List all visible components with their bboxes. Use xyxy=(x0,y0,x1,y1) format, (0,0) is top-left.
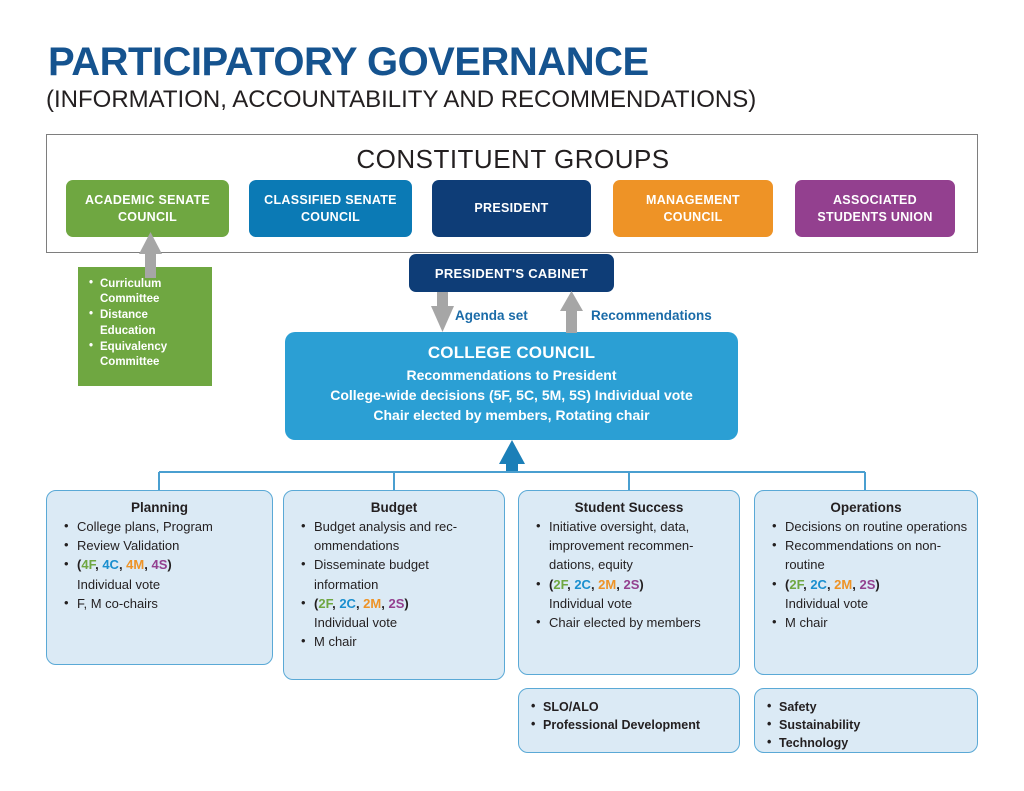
flow-label-recommendations: Recommendations xyxy=(591,308,712,323)
college-council-line: Recommendations to President xyxy=(406,367,617,383)
list-item: Technology xyxy=(767,734,969,753)
diagram-canvas: PARTICIPATORY GOVERNANCE (INFORMATION, A… xyxy=(0,0,1024,791)
list-item: College plans, Program xyxy=(64,516,264,536)
committee-title: Planning xyxy=(131,500,188,515)
page-title: PARTICIPATORY GOVERNANCE xyxy=(48,40,649,84)
list-item: SLO/ALO xyxy=(531,698,731,717)
list-item: Recommendations on non-routine xyxy=(772,535,969,574)
committee-list: Budget analysis and rec-ommendations Dis… xyxy=(292,516,496,652)
constituent-group-academic-senate-council[interactable]: ACADEMIC SENATE COUNCIL xyxy=(66,180,229,237)
college-council-line: Chair elected by members, Rotating chair xyxy=(373,406,650,423)
committee-list: Decisions on routine operations Recommen… xyxy=(763,516,969,632)
committee-box-operations[interactable]: Operations Decisions on routine operatio… xyxy=(754,490,978,675)
list-item: Disseminate budget information xyxy=(301,554,496,593)
academic-senate-committees-list: Curriculum Committee Distance Education … xyxy=(88,276,206,370)
subcommittee-list: Safety Sustainability Technology xyxy=(763,698,969,753)
list-item: Decisions on routine operations xyxy=(772,516,969,536)
list-item-votes: (4F, 4C, 4M, 4S)Individual vote xyxy=(64,554,264,593)
college-council-box[interactable]: COLLEGE COUNCIL Recommendations to Presi… xyxy=(285,332,738,440)
academic-senate-committees-box: Curriculum Committee Distance Education … xyxy=(78,267,212,386)
college-council-line: College-wide decisions (5F, 5C, 5M, 5S) … xyxy=(330,386,693,403)
list-item: Sustainability xyxy=(767,716,969,735)
committee-title: Student Success xyxy=(574,500,684,515)
list-item: F, M co-chairs xyxy=(64,593,264,613)
committee-box-planning[interactable]: Planning College plans, Program Review V… xyxy=(46,490,273,665)
list-item-votes: (2F, 2C, 2M, 2S)Individual vote xyxy=(301,593,496,632)
committee-list: Initiative oversight, data, improvement … xyxy=(527,516,731,632)
constituent-group-management-council[interactable]: MANAGEMENT COUNCIL xyxy=(613,180,773,237)
list-item: Initiative oversight, data, improvement … xyxy=(536,516,731,575)
list-item: M chair xyxy=(772,612,969,632)
list-item: Equivalency Committee xyxy=(89,339,206,370)
list-item: Budget analysis and rec-ommendations xyxy=(301,516,496,555)
page-subtitle: (INFORMATION, ACCOUNTABILITY AND RECOMME… xyxy=(46,86,757,113)
flow-label-agenda-set: Agenda set xyxy=(455,308,528,323)
committee-title: Operations xyxy=(830,500,902,515)
list-item: Safety xyxy=(767,698,969,717)
list-item-votes: (2F, 2C, 2M, 2S)Individual vote xyxy=(772,574,969,613)
list-item: Chair elected by members xyxy=(536,612,731,632)
committee-list: College plans, Program Review Validation… xyxy=(55,516,264,613)
arrow-up-to-college-council-icon xyxy=(499,440,525,473)
arrow-down-agenda-set-icon xyxy=(431,292,454,332)
list-item: M chair xyxy=(301,631,496,651)
constituent-group-associated-students-union[interactable]: ASSOCIATED STUDENTS UNION xyxy=(795,180,955,237)
committee-box-student-success[interactable]: Student Success Initiative oversight, da… xyxy=(518,490,740,675)
list-item: Curriculum Committee xyxy=(89,276,206,307)
list-item: Distance Education xyxy=(89,307,206,338)
constituent-group-president[interactable]: PRESIDENT xyxy=(432,180,591,237)
list-item-votes: (2F, 2C, 2M, 2S)Individual vote xyxy=(536,574,731,613)
subcommittee-list: SLO/ALO Professional Development xyxy=(527,698,731,735)
college-council-title: COLLEGE COUNCIL xyxy=(427,343,596,362)
committee-title: Budget xyxy=(370,500,418,515)
list-item: Review Validation xyxy=(64,535,264,555)
committee-bus xyxy=(158,471,866,491)
presidents-cabinet-box[interactable]: PRESIDENT'S CABINET xyxy=(409,254,614,292)
list-item: Professional Development xyxy=(531,716,731,735)
subcommittee-box-operations[interactable]: Safety Sustainability Technology xyxy=(754,688,978,753)
constituent-groups-title: CONSTITUENT GROUPS xyxy=(356,144,670,174)
committee-box-budget[interactable]: Budget Budget analysis and rec-ommendati… xyxy=(283,490,505,680)
constituent-group-classified-senate-council[interactable]: CLASSIFIED SENATE COUNCIL xyxy=(249,180,412,237)
arrow-up-recommendations-icon xyxy=(560,291,583,333)
subcommittee-box-student-success[interactable]: SLO/ALO Professional Development xyxy=(518,688,740,753)
